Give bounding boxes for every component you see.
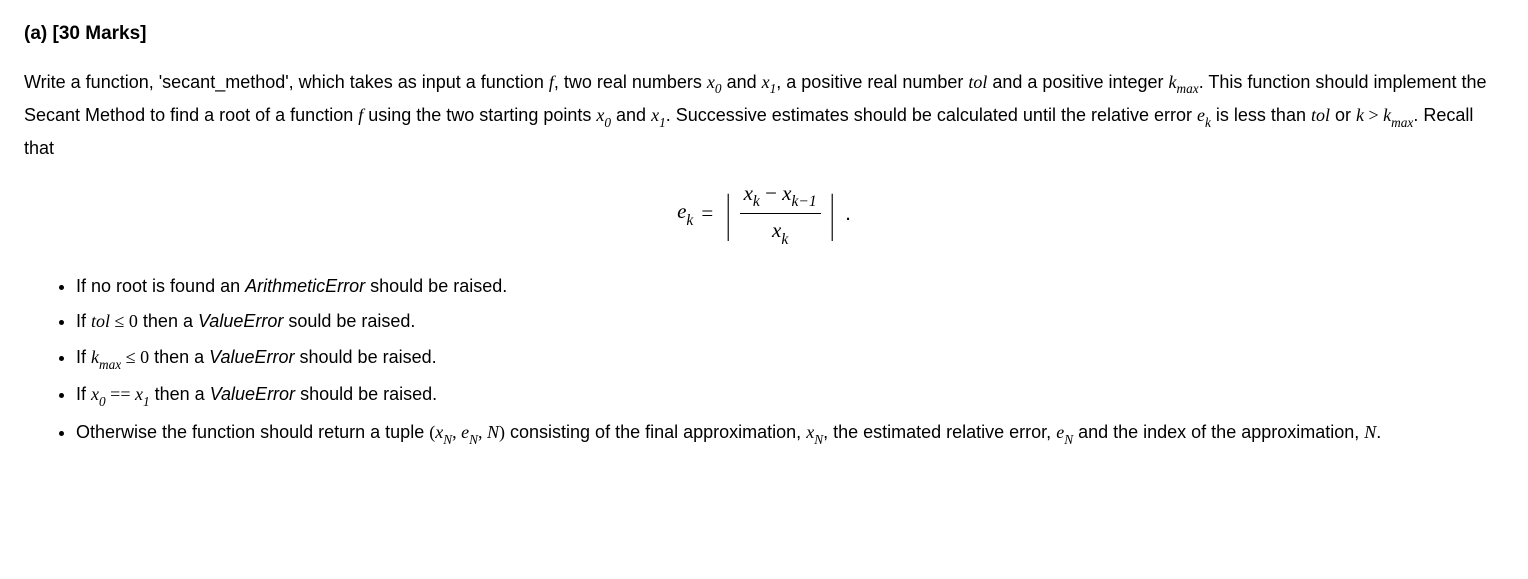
var-xN: xN <box>435 422 452 442</box>
var-tol: tol <box>91 311 110 331</box>
eq-lhs: ek <box>677 196 693 231</box>
text: , a positive real number <box>776 72 968 92</box>
var-eN: eN <box>461 422 478 442</box>
var-tol: tol <box>968 72 987 92</box>
text: and <box>722 72 762 92</box>
text: then a <box>149 347 209 367</box>
gt-sign: > <box>1364 105 1383 125</box>
eqeq-sign: == <box>106 384 135 404</box>
text: . Successive estimates should be calcula… <box>666 105 1197 125</box>
list-item: If no root is found an ArithmeticError s… <box>76 272 1504 302</box>
list-item: If kmax ≤ 0 then a ValueError should be … <box>76 343 1504 375</box>
zero: 0 <box>129 311 138 331</box>
text: If <box>76 347 91 367</box>
zero: 0 <box>140 347 149 367</box>
text: Write a function, 'secant_method', which… <box>24 72 549 92</box>
numerator: xk − xk−1 <box>740 178 821 215</box>
text: Otherwise the function should return a t… <box>76 422 429 442</box>
problem-paragraph: Write a function, 'secant_method', which… <box>24 67 1504 164</box>
text: If no root is found an <box>76 276 245 296</box>
question-heading: (a) [30 Marks] <box>24 20 1504 49</box>
text: . <box>1376 422 1381 442</box>
var-N: N <box>487 422 499 442</box>
var-x0: x0 <box>91 384 106 404</box>
text: should be raised. <box>295 384 437 404</box>
error-name: ValueError <box>198 311 283 331</box>
text: and <box>611 105 651 125</box>
var-x1: x1 <box>135 384 150 404</box>
text: , the estimated relative error, <box>823 422 1056 442</box>
text: If <box>76 311 91 331</box>
text: should be raised. <box>295 347 437 367</box>
error-name: ValueError <box>209 347 294 367</box>
abs-bar-right: | <box>829 188 835 240</box>
text: then a <box>150 384 210 404</box>
text: , two real numbers <box>554 72 707 92</box>
text: If <box>76 384 91 404</box>
var-x1: x1 <box>651 105 666 125</box>
var-x0: x0 <box>707 72 722 92</box>
list-item: If x0 == x1 then a ValueError should be … <box>76 380 1504 412</box>
var-xN: xN <box>806 422 823 442</box>
period: . <box>839 198 851 230</box>
var-k: k <box>1356 105 1364 125</box>
var-x1: x1 <box>762 72 777 92</box>
var-N: N <box>1364 422 1376 442</box>
denominator: xk <box>768 214 792 250</box>
fraction: xk − xk−1 xk <box>736 178 825 250</box>
var-tol: tol <box>1311 105 1330 125</box>
error-name: ValueError <box>210 384 295 404</box>
list-item: Otherwise the function should return a t… <box>76 418 1504 450</box>
var-x0: x0 <box>596 105 611 125</box>
text: sould be raised. <box>283 311 415 331</box>
text: and the index of the approximation, <box>1073 422 1364 442</box>
var-kmax: kmax <box>91 347 121 367</box>
text: should be raised. <box>365 276 507 296</box>
text: then a <box>138 311 198 331</box>
equals-sign: = <box>693 198 721 230</box>
error-name: ArithmeticError <box>245 276 365 296</box>
text: using the two starting points <box>363 105 596 125</box>
requirements-list: If no root is found an ArithmeticError s… <box>24 272 1504 450</box>
var-ek: ek <box>1197 105 1211 125</box>
abs-bar-left: | <box>725 188 731 240</box>
le-sign: ≤ <box>110 311 129 331</box>
text: is less than <box>1211 105 1311 125</box>
var-eN: eN <box>1056 422 1073 442</box>
text: consisting of the final approximation, <box>505 422 806 442</box>
list-item: If tol ≤ 0 then a ValueError sould be ra… <box>76 307 1504 337</box>
le-sign: ≤ <box>121 347 140 367</box>
text: or <box>1330 105 1356 125</box>
var-kmax: kmax <box>1169 72 1199 92</box>
comma: , <box>452 422 461 442</box>
var-kmax: kmax <box>1383 105 1413 125</box>
equation-ek: ek = | xk − xk−1 xk | . <box>24 178 1504 250</box>
text: and a positive integer <box>987 72 1168 92</box>
comma: , <box>478 422 487 442</box>
